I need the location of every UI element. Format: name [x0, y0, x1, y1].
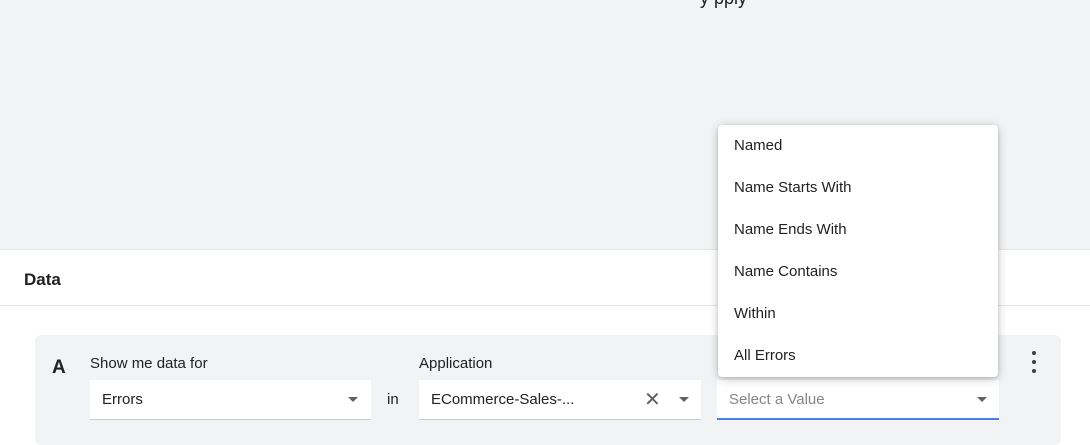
application-select[interactable]: ECommerce-Sales-... ✕ — [419, 380, 701, 420]
application-value: ECommerce-Sales-... — [431, 391, 575, 408]
more-options-icon[interactable] — [1029, 351, 1039, 375]
in-text: in — [387, 391, 399, 408]
menu-item-all-errors[interactable]: All Errors — [718, 335, 998, 377]
menu-item-named[interactable]: Named — [718, 125, 998, 167]
value-select-placeholder: Select a Value — [729, 391, 825, 408]
menu-item-name-starts-with[interactable]: Name Starts With — [718, 167, 998, 209]
value-select[interactable]: Select a Value — [717, 380, 999, 420]
application-label: Application — [419, 355, 493, 372]
show-me-label: Show me data for — [90, 355, 208, 372]
menu-item-name-contains[interactable]: Name Contains — [718, 251, 998, 293]
clear-icon[interactable]: ✕ — [644, 388, 661, 412]
application-dropdown-toggle[interactable] — [667, 380, 701, 420]
data-type-select[interactable]: Errors — [90, 380, 371, 420]
chevron-down-icon — [977, 397, 987, 402]
data-section-title: Data — [24, 270, 61, 289]
menu-item-within[interactable]: Within — [718, 293, 998, 335]
value-dropdown-menu: Named Name Starts With Name Ends With Na… — [718, 125, 998, 377]
data-type-value: Errors — [102, 391, 143, 408]
query-letter: A — [52, 357, 66, 378]
menu-item-name-ends-with[interactable]: Name Ends With — [718, 209, 998, 251]
top-cut-text: y pply — [700, 0, 747, 9]
chevron-down-icon — [679, 397, 689, 402]
chevron-down-icon — [348, 397, 358, 402]
